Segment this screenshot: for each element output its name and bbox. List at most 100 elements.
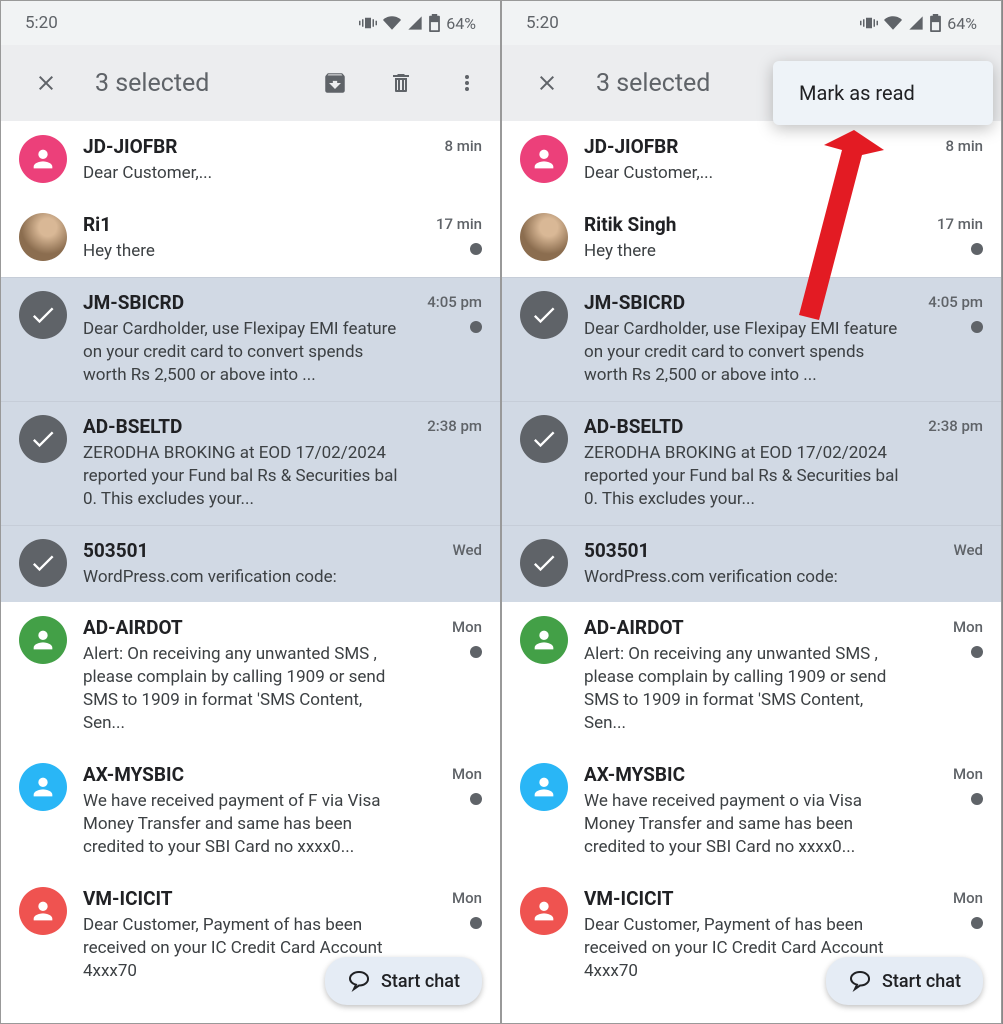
conversation-list-right[interactable]: JD-JIOFBRDear Customer,...8 minRitik Sin… — [502, 121, 1001, 997]
sender-name: JM-SBICRD — [584, 291, 903, 314]
unread-indicator-icon — [971, 243, 983, 255]
sender-name: AD-AIRDOT — [83, 616, 402, 639]
conversation-content: JM-SBICRD Dear Cardholder, use Flexipay E… — [584, 291, 907, 387]
unread-indicator-icon — [470, 793, 482, 805]
sender-name: JD-JIOFBR — [83, 135, 402, 158]
close-selection-button[interactable] — [23, 60, 69, 106]
message-preview: ZERODHA BROKING at EOD 17/02/2024 report… — [584, 442, 903, 511]
timestamp: 17 min — [937, 215, 983, 233]
battery-icon — [930, 14, 941, 32]
conversation-meta: Mon — [422, 616, 482, 658]
conversation-content: AD-AIRDOTAlert: On receiving any unwante… — [584, 616, 907, 735]
conversation-content: JM-SBICRDDear Cardholder, use Flexipay E… — [83, 291, 406, 387]
battery-icon — [429, 14, 440, 32]
timestamp: 17 min — [436, 215, 482, 233]
sender-avatar[interactable] — [19, 135, 67, 183]
message-preview: We have received payment o via Visa Mone… — [584, 790, 903, 859]
conversation-row[interactable]: JD-JIOFBRDear Customer,...8 min — [502, 121, 1001, 199]
conversation-content: JD-JIOFBR Dear Customer,... — [584, 135, 907, 185]
fab-label: Start chat — [381, 971, 460, 992]
sender-avatar[interactable] — [520, 213, 568, 261]
conversation-meta: 2:38 pm — [923, 415, 983, 435]
timestamp: Mon — [452, 618, 482, 636]
message-preview: WordPress.com verification code: — [584, 566, 903, 589]
timestamp: Mon — [953, 618, 983, 636]
sender-avatar[interactable] — [19, 213, 67, 261]
message-preview: Hey there — [584, 240, 903, 263]
status-icons: 64% — [359, 14, 476, 33]
battery-percent: 64% — [446, 14, 476, 33]
wifi-icon — [383, 14, 401, 32]
conversation-meta: 17 min — [923, 213, 983, 255]
conversation-row[interactable]: JD-JIOFBRDear Customer,...8 min — [1, 121, 500, 199]
conversation-list-left[interactable]: JD-JIOFBRDear Customer,...8 minRi1Hey th… — [1, 121, 500, 997]
close-selection-button[interactable] — [524, 60, 570, 106]
conversation-row[interactable]: AD-AIRDOTAlert: On receiving any unwante… — [502, 602, 1001, 749]
selection-app-bar: 3 selected — [1, 45, 500, 121]
sender-name: JD-JIOFBR — [584, 135, 903, 158]
timestamp: Mon — [452, 765, 482, 783]
conversation-content: 503501WordPress.com verification code: — [584, 539, 907, 589]
overflow-popup: Mark as read — [773, 61, 993, 125]
archive-button[interactable] — [312, 60, 358, 106]
conversation-meta: Mon — [923, 763, 983, 805]
more-button[interactable] — [444, 60, 490, 106]
signal-icon — [908, 15, 924, 31]
sender-avatar[interactable] — [520, 887, 568, 935]
selected-check-avatar[interactable] — [520, 291, 568, 339]
chat-bubble-icon — [848, 969, 872, 993]
sender-name: AX-MYSBIC — [83, 763, 402, 786]
chat-bubble-icon — [347, 969, 371, 993]
conversation-row[interactable]: JM-SBICRDDear Cardholder, use Flexipay E… — [1, 277, 500, 401]
sender-avatar[interactable] — [19, 616, 67, 664]
conversation-row[interactable]: AX-MYSBICWe have received payment o via … — [502, 749, 1001, 873]
message-preview: ZERODHA BROKING at EOD 17/02/2024 report… — [83, 442, 402, 511]
conversation-content: Ri1Hey there — [83, 213, 406, 263]
conversation-row[interactable]: AX-MYSBICWe have received payment of F v… — [1, 749, 500, 873]
selected-check-avatar[interactable] — [520, 415, 568, 463]
conversation-meta: Wed — [422, 539, 482, 559]
mark-as-read-item[interactable]: Mark as read — [799, 81, 967, 105]
phone-right: 5:20 64% 3 selected Mark as read JD-JIOF… — [501, 0, 1002, 1024]
conversation-content: AD-BSELTDZERODHA BROKING at EOD 17/02/20… — [584, 415, 907, 511]
unread-indicator-icon — [470, 646, 482, 658]
timestamp: Mon — [452, 889, 482, 907]
message-preview: Dear Cardholder, use Flexipay EMI featur… — [584, 318, 903, 387]
unread-indicator-icon — [971, 646, 983, 658]
conversation-row[interactable]: JM-SBICRD Dear Cardholder, use Flexipay E… — [502, 277, 1001, 401]
status-time: 5:20 — [25, 13, 58, 33]
message-preview: Dear Customer,... — [584, 162, 903, 185]
sender-avatar[interactable] — [19, 887, 67, 935]
sender-avatar[interactable] — [520, 616, 568, 664]
start-chat-fab[interactable]: Start chat — [826, 957, 983, 1005]
sender-name: VM-ICICIT — [584, 887, 903, 910]
conversation-row[interactable]: 503501WordPress.com verification code: We… — [502, 525, 1001, 603]
timestamp: 2:38 pm — [427, 417, 482, 435]
sender-avatar[interactable] — [520, 763, 568, 811]
conversation-row[interactable]: Ritik SinghHey there17 min — [502, 199, 1001, 277]
unread-indicator-icon — [971, 321, 983, 333]
conversation-meta: Wed — [923, 539, 983, 559]
unread-indicator-icon — [470, 243, 482, 255]
sender-avatar[interactable] — [19, 763, 67, 811]
conversation-content: AX-MYSBICWe have received payment of F v… — [83, 763, 406, 859]
unread-indicator-icon — [971, 917, 983, 929]
conversation-row[interactable]: 503501WordPress.com verification code:We… — [1, 525, 500, 603]
sender-avatar[interactable] — [520, 135, 568, 183]
conversation-content: AD-BSELTDZERODHA BROKING at EOD 17/02/20… — [83, 415, 406, 511]
conversation-row[interactable]: AD-AIRDOTAlert: On receiving any unwante… — [1, 602, 500, 749]
conversation-row[interactable]: Ri1Hey there 17 min — [1, 199, 500, 277]
sender-name: AD-AIRDOT — [584, 616, 903, 639]
conversation-content: AD-AIRDOTAlert: On receiving any unwante… — [83, 616, 406, 735]
timestamp: Wed — [954, 541, 983, 559]
conversation-row[interactable]: AD-BSELTDZERODHA BROKING at EOD 17/02/20… — [1, 401, 500, 525]
selected-check-avatar[interactable] — [19, 415, 67, 463]
selected-check-avatar[interactable] — [19, 539, 67, 587]
start-chat-fab[interactable]: Start chat — [325, 957, 482, 1005]
delete-button[interactable] — [378, 60, 424, 106]
conversation-row[interactable]: AD-BSELTDZERODHA BROKING at EOD 17/02/20… — [502, 401, 1001, 525]
selection-title: 3 selected — [89, 69, 292, 98]
selected-check-avatar[interactable] — [19, 291, 67, 339]
vibrate-icon — [359, 14, 377, 32]
selected-check-avatar[interactable] — [520, 539, 568, 587]
